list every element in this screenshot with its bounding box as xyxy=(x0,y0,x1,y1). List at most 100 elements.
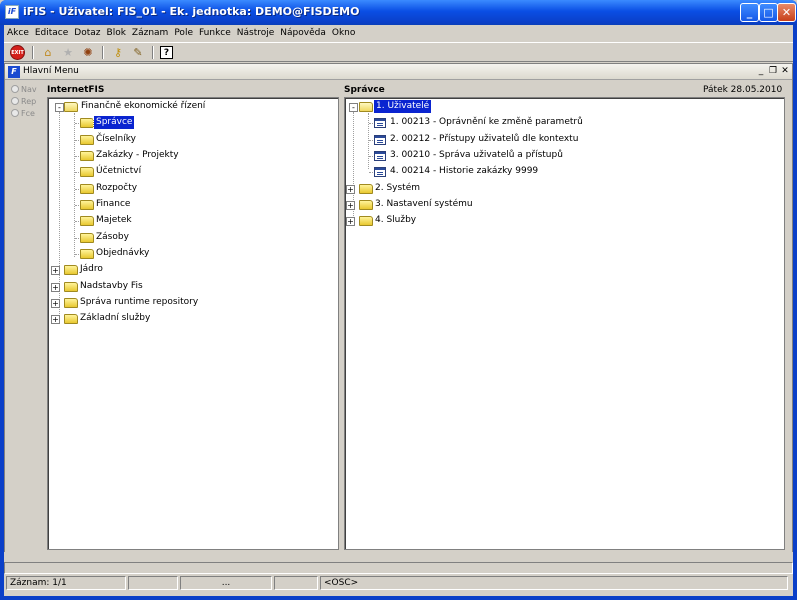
menu-blok[interactable]: Blok xyxy=(104,25,129,40)
radio-nav[interactable]: Nav xyxy=(11,85,37,94)
menu-okno[interactable]: Okno xyxy=(329,25,359,40)
star-icon[interactable]: ★ xyxy=(60,45,76,61)
tree-node-uzivatele[interactable]: - 1. Uživatelé xyxy=(345,99,775,114)
menu-akce[interactable]: Akce xyxy=(4,25,32,40)
minimize-button[interactable]: _ xyxy=(740,3,759,22)
folder-icon xyxy=(80,167,94,177)
tree-label: Finančně ekonomické řízení xyxy=(81,101,206,111)
menu-pole[interactable]: Pole xyxy=(171,25,196,40)
folder-icon xyxy=(359,184,373,194)
expand-icon[interactable]: + xyxy=(346,201,355,210)
status-ellipsis: ... xyxy=(180,576,272,590)
menu-zaznam[interactable]: Záznam xyxy=(129,25,171,40)
title-bar[interactable]: iF iFIS - Uživatel: FIS_01 - Ek. jednotk… xyxy=(0,0,797,25)
tree-label: 3. Nastavení systému xyxy=(375,199,473,209)
tree-node-form[interactable]: 4. 00214 - Historie zakázky 9999 xyxy=(345,165,775,179)
tree-label-selected: 1. Uživatelé xyxy=(372,99,433,114)
exit-icon[interactable]: EXIT xyxy=(10,45,25,60)
toolbar-separator xyxy=(32,46,34,59)
tree-label: 2. 00212 - Přístupy uživatelů dle kontex… xyxy=(390,134,579,144)
folder-icon xyxy=(80,118,94,128)
folder-open-icon xyxy=(359,102,373,112)
left-panel-label: InternetFIS xyxy=(47,85,105,95)
toolbar-separator xyxy=(102,46,104,59)
help-icon[interactable]: ? xyxy=(160,46,173,59)
expand-icon[interactable]: + xyxy=(51,266,60,275)
record-counter: Záznam: 1/1 xyxy=(6,576,126,590)
menu-bar: Akce Editace Dotaz Blok Záznam Pole Funkce Nást… xyxy=(4,25,793,41)
tree-label: 2. Systém xyxy=(375,183,421,193)
tree-node[interactable]: Majetek xyxy=(48,214,328,228)
expand-icon[interactable]: + xyxy=(346,217,355,226)
folder-icon xyxy=(80,200,94,210)
menu-dotaz[interactable]: Dotaz xyxy=(71,25,103,40)
client-area: Akce Editace Dotaz Blok Záznam Pole Funkce Nást… xyxy=(4,25,793,596)
status-bar: Záznam: 1/1 ... <OSC> xyxy=(4,576,793,591)
inner-close-icon[interactable]: ✕ xyxy=(780,66,790,77)
right-tree[interactable]: - 1. Uživatelé 1. 00213 - Oprávnění ke z… xyxy=(344,97,785,550)
key-icon[interactable]: ⚷ xyxy=(110,45,126,61)
folder-icon xyxy=(80,184,94,194)
tree-node-form[interactable]: 3. 00210 - Správa uživatelů a přístupů xyxy=(345,149,775,163)
expand-icon[interactable]: + xyxy=(346,185,355,194)
tree-node-sluzby[interactable]: +4. Služby xyxy=(345,214,775,228)
expand-icon[interactable]: + xyxy=(51,315,60,324)
tree-node-form[interactable]: 1. 00213 - Oprávnění ke změně parametrů xyxy=(345,116,775,130)
close-button[interactable]: ✕ xyxy=(777,3,796,22)
edit-icon[interactable]: ✎ xyxy=(130,45,146,61)
form-icon xyxy=(374,135,386,145)
expand-icon[interactable]: + xyxy=(51,299,60,308)
collapse-icon[interactable]: - xyxy=(55,103,64,112)
tree-node-fer[interactable]: - Finančně ekonomické řízení xyxy=(48,100,328,114)
tree-node-spravce[interactable]: Správce xyxy=(48,115,328,130)
tree-label: Zásoby xyxy=(96,232,129,242)
status-cell xyxy=(274,576,318,590)
fis-logo-icon: F xyxy=(8,66,20,78)
tree-node-zakladni[interactable]: + Základní služby xyxy=(48,312,328,326)
tree-label-selected: Správce xyxy=(92,115,136,130)
tree-label: Jádro xyxy=(80,264,103,274)
radio-dot xyxy=(11,85,19,93)
tree-label: Zakázky - Projekty xyxy=(96,150,179,160)
menu-nastroje[interactable]: Nástroje xyxy=(234,25,278,40)
folder-icon xyxy=(64,282,78,292)
maximize-button[interactable]: □ xyxy=(759,3,778,22)
inner-restore-icon[interactable]: ❐ xyxy=(768,66,778,77)
tree-label: Správa runtime repository xyxy=(80,297,199,307)
tree-node[interactable]: Zakázky - Projekty xyxy=(48,149,328,163)
tree-label: Účetnictví xyxy=(96,166,142,176)
tree-node-form[interactable]: 2. 00212 - Přístupy uživatelů dle kontex… xyxy=(345,133,775,147)
tree-node[interactable]: Objednávky xyxy=(48,247,328,261)
folder-open-icon xyxy=(64,102,78,112)
tree-node-runtime[interactable]: + Správa runtime repository xyxy=(48,296,328,310)
menu-napoveda[interactable]: Nápověda xyxy=(277,25,329,40)
tree-node[interactable]: Finance xyxy=(48,198,328,212)
folder-icon xyxy=(64,265,78,275)
folder-icon xyxy=(359,200,373,210)
bug-icon[interactable]: ✺ xyxy=(80,45,96,61)
left-tree[interactable]: - Finančně ekonomické řízení Správce Čís… xyxy=(47,97,339,550)
tree-node-system[interactable]: +2. Systém xyxy=(345,182,775,196)
tree-node[interactable]: Rozpočty xyxy=(48,182,328,196)
collapse-icon[interactable]: - xyxy=(349,103,358,112)
menu-funkce[interactable]: Funkce xyxy=(196,25,234,40)
menu-editace[interactable]: Editace xyxy=(32,25,71,40)
radio-rep[interactable]: Rep xyxy=(11,97,36,106)
right-panel-label: Správce xyxy=(344,85,385,95)
expand-icon[interactable]: + xyxy=(51,283,60,292)
folder-icon xyxy=(64,298,78,308)
tree-node[interactable]: Účetnictví xyxy=(48,165,328,179)
tree-node-jadro[interactable]: + Jádro xyxy=(48,263,328,277)
form-icon xyxy=(374,151,386,161)
status-osc: <OSC> xyxy=(320,576,788,590)
inner-minimize-icon[interactable]: _ xyxy=(756,66,766,77)
tree-node[interactable]: Zásoby xyxy=(48,231,328,245)
status-area: Záznam: 1/1 ... <OSC> xyxy=(4,552,793,596)
tree-node-nadstavby[interactable]: + Nadstavby Fis xyxy=(48,280,328,294)
home-icon[interactable]: ⌂ xyxy=(40,45,56,61)
tree-node-nastaveni[interactable]: +3. Nastavení systému xyxy=(345,198,775,212)
radio-dot xyxy=(11,109,19,117)
tree-node[interactable]: Číselníky xyxy=(48,133,328,147)
radio-fce[interactable]: Fce xyxy=(11,109,35,118)
application-window: iF iFIS - Uživatel: FIS_01 - Ek. jednotk… xyxy=(0,0,797,600)
